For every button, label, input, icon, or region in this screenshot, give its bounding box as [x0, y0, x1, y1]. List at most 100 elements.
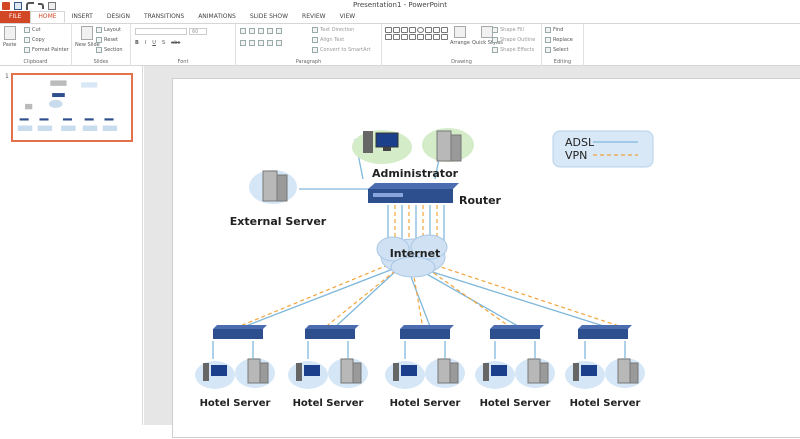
paste-button[interactable]: Paste [3, 26, 17, 48]
shape-rounded-rect-icon[interactable] [425, 27, 432, 33]
shape-arrow-icon[interactable] [401, 27, 408, 33]
hotel-router-icon [305, 325, 359, 339]
section-button[interactable]: Section [96, 47, 123, 53]
tab-review[interactable]: REVIEW [295, 11, 333, 23]
align-buttons [240, 40, 282, 46]
underline-icon[interactable]: U [152, 40, 156, 46]
powerpoint-window: Presentation1 - PowerPoint FILE HOME INS… [0, 0, 800, 438]
shape-curve-icon[interactable] [401, 34, 408, 40]
hotel-label-2: Hotel Server [293, 398, 364, 409]
font-name-combo[interactable] [135, 28, 187, 35]
hotel-router-icon [490, 325, 544, 339]
shape-star2-icon[interactable] [441, 34, 448, 40]
tab-view[interactable]: VIEW [333, 11, 363, 23]
copy-button[interactable]: Copy [24, 37, 45, 43]
shape-down-arrow-icon[interactable] [417, 34, 424, 40]
shape-outline-icon [492, 37, 498, 43]
shape-brace-icon[interactable] [433, 34, 440, 40]
font-format-buttons: B I U S abc [135, 40, 180, 46]
hotel-router-icon [400, 325, 454, 339]
legend-vpn-label: VPN [565, 149, 587, 162]
external-server-icon [262, 170, 288, 202]
format-painter-label: Format Painter [32, 47, 69, 53]
strikethrough-icon[interactable]: abc [171, 40, 180, 46]
hotel-server-group [195, 358, 275, 389]
paragraph-group: Text Direction Align Text Convert to Sma… [236, 24, 382, 66]
shapes-gallery[interactable] [385, 27, 448, 40]
admin-server-icon [436, 130, 462, 162]
shape-outline-label: Shape Outline [500, 37, 536, 43]
shape-oval-icon[interactable] [417, 27, 424, 33]
layout-button[interactable]: Layout [96, 27, 121, 33]
find-button[interactable]: Find [545, 27, 563, 33]
text-direction-label: Text Direction [320, 27, 355, 33]
shape-star-icon[interactable] [425, 34, 432, 40]
tab-insert[interactable]: INSERT [65, 11, 100, 23]
shape-triangle2-icon[interactable] [385, 34, 392, 40]
hotel-label-4: Hotel Server [480, 398, 551, 409]
bullets-icon[interactable] [240, 28, 246, 34]
line-spacing-icon[interactable] [276, 28, 282, 34]
shape-textbox-icon[interactable] [385, 27, 392, 33]
slide-editing-area: Administrator Router External Server Int… [144, 66, 800, 438]
shape-triangle-icon[interactable] [433, 27, 440, 33]
tab-home[interactable]: HOME [30, 11, 65, 23]
bold-icon[interactable]: B [135, 40, 139, 46]
numbering-icon[interactable] [249, 28, 255, 34]
align-text-button[interactable]: Align Text [312, 37, 344, 43]
arrange-icon [453, 26, 466, 38]
router-label: Router [459, 194, 502, 207]
align-text-label: Align Text [320, 37, 345, 43]
legend-adsl-label: ADSL [565, 136, 595, 149]
shape-corner-icon[interactable] [441, 27, 448, 33]
slide-thumbnail-preview [14, 75, 130, 140]
font-size-combo[interactable]: 60 [189, 28, 207, 35]
arrange-button[interactable]: Arrange [450, 26, 470, 46]
shape-line-icon[interactable] [393, 27, 400, 33]
replace-button[interactable]: Replace [545, 37, 573, 43]
center-icon[interactable] [249, 40, 255, 46]
increase-indent-icon[interactable] [267, 28, 273, 34]
hotel-links [212, 341, 626, 359]
shape-rect-icon[interactable] [409, 27, 416, 33]
shape-outline-button[interactable]: Shape Outline [492, 37, 535, 43]
hotel-routers [213, 325, 632, 339]
shape-effects-button[interactable]: Shape Effects [492, 47, 534, 53]
hotel-server-group [385, 358, 465, 389]
font-group: 60 B I U S abc Font [131, 24, 236, 66]
slide-canvas[interactable]: Administrator Router External Server Int… [172, 78, 800, 438]
font-size-value: 60 [192, 29, 199, 35]
decrease-indent-icon[interactable] [258, 28, 264, 34]
shape-fill-label: Shape Fill [500, 27, 524, 33]
slide-thumbnail[interactable] [11, 73, 133, 142]
select-button[interactable]: Select [545, 47, 568, 53]
format-painter-button[interactable]: Format Painter [24, 47, 69, 53]
window-title: Presentation1 - PowerPoint [353, 1, 447, 9]
columns-icon[interactable] [276, 40, 282, 46]
reset-button[interactable]: Reset [96, 37, 118, 43]
align-left-icon[interactable] [240, 40, 246, 46]
tab-slide-show[interactable]: SLIDE SHOW [243, 11, 295, 23]
drawing-group-label: Drawing [451, 59, 472, 65]
tab-animations[interactable]: ANIMATIONS [191, 11, 243, 23]
align-right-icon[interactable] [258, 40, 264, 46]
cut-button[interactable]: Cut [24, 27, 41, 33]
slide-thumbnail-pane: 1 [0, 66, 143, 425]
tab-design[interactable]: DESIGN [100, 11, 137, 23]
shape-connector-icon[interactable] [393, 34, 400, 40]
paragraph-group-label: Paragraph [295, 59, 322, 65]
convert-smartart-button[interactable]: Convert to SmartArt [312, 47, 371, 53]
shape-fill-button[interactable]: Shape Fill [492, 27, 524, 33]
tab-transitions[interactable]: TRANSITIONS [137, 11, 191, 23]
hotel-servers [195, 358, 645, 389]
reset-label: Reset [104, 37, 118, 43]
text-direction-button[interactable]: Text Direction [312, 27, 354, 33]
italic-icon[interactable]: I [145, 40, 146, 46]
shape-right-arrow-icon[interactable] [409, 34, 416, 40]
title-bar: Presentation1 - PowerPoint [0, 0, 800, 11]
shadow-icon[interactable]: S [162, 40, 165, 46]
justify-icon[interactable] [267, 40, 273, 46]
select-label: Select [553, 47, 569, 53]
slides-group: New Slide Layout Reset Section Slides [72, 24, 131, 66]
tab-file[interactable]: FILE [0, 11, 31, 23]
